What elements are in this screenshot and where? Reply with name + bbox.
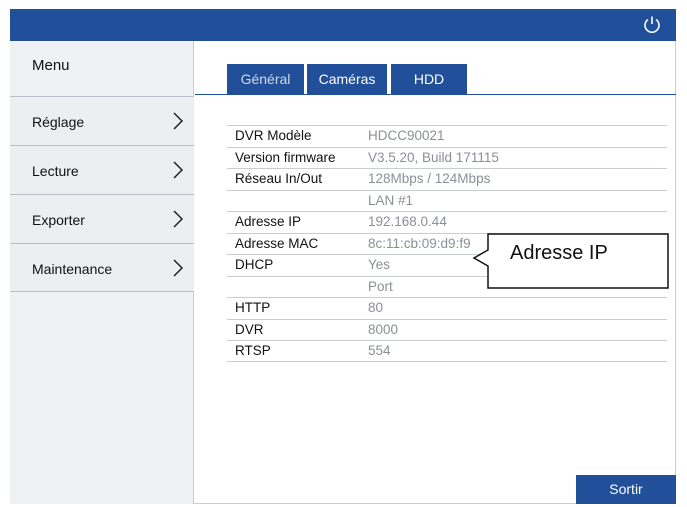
chevron-right-icon xyxy=(173,210,184,228)
sidebar-item-exporter[interactable]: Exporter xyxy=(10,194,194,243)
sidebar-item-lecture[interactable]: Lecture xyxy=(10,145,194,194)
tab-hdd[interactable]: HDD xyxy=(391,64,467,94)
row-value: V3.5.20, Build 171115 xyxy=(368,149,499,165)
sidebar-item-label: Maintenance xyxy=(32,261,113,277)
row-key: Réseau In/Out xyxy=(235,171,323,186)
row-value: 8c:11:cb:09:d9:f9 xyxy=(368,235,471,251)
row-value: Yes xyxy=(368,257,391,272)
row-key: HTTP xyxy=(235,300,271,315)
row-value: 80 xyxy=(368,300,384,315)
sidebar-item-maintenance[interactable]: Maintenance xyxy=(10,243,194,292)
row-value: LAN #1 xyxy=(368,192,414,208)
row-value: 8000 xyxy=(368,321,399,337)
tab-underline xyxy=(195,94,676,95)
power-icon[interactable] xyxy=(642,14,662,34)
row-key: DVR xyxy=(235,321,264,337)
table-row: DVR Modèle HDCC90021 xyxy=(227,125,667,147)
table-row: RTSP 554 xyxy=(227,340,667,362)
table-row: Version firmware V3.5.20, Build 171115 xyxy=(227,146,667,169)
row-value: Port xyxy=(368,278,393,294)
row-key: DVR Modèle xyxy=(235,128,312,143)
tab-cameras[interactable]: Caméras xyxy=(307,64,387,94)
sidebar-item-label: Exporter xyxy=(32,212,85,228)
callout-label: Adresse IP xyxy=(510,242,608,264)
table-row: DVR 8000 xyxy=(227,318,667,341)
row-value: 192.168.0.44 xyxy=(368,214,447,229)
row-value: 554 xyxy=(368,343,391,358)
sidebar-item-reglage[interactable]: Réglage xyxy=(10,96,194,145)
row-key: Version firmware xyxy=(235,149,336,165)
table-row: Réseau In/Out 128Mbps / 124Mbps xyxy=(227,168,667,190)
table-row: HTTP 80 xyxy=(227,297,667,319)
chevron-right-icon xyxy=(173,259,184,277)
sidebar-item-label: Lecture xyxy=(32,163,79,179)
table-row: LAN #1 xyxy=(227,189,667,212)
exit-button[interactable]: Sortir xyxy=(576,475,676,504)
row-key: RTSP xyxy=(235,343,271,358)
chevron-right-icon xyxy=(173,161,184,179)
tab-general[interactable]: Général xyxy=(227,64,304,94)
chevron-right-icon xyxy=(173,112,184,130)
sidebar-item-label: Réglage xyxy=(32,114,85,130)
row-value: HDCC90021 xyxy=(368,128,445,143)
row-key: DHCP xyxy=(235,257,274,272)
row-key: Adresse IP xyxy=(235,214,302,229)
menu-title: Menu xyxy=(32,57,70,74)
row-value: 128Mbps / 124Mbps xyxy=(368,171,491,186)
sidebar: Menu Réglage Lecture Exporter Maintenanc… xyxy=(10,41,194,504)
title-bar xyxy=(10,9,676,41)
row-key: Adresse MAC xyxy=(235,235,319,251)
